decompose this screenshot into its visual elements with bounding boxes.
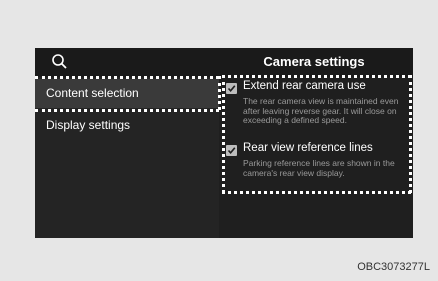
settings-sidebar: Content selection Display settings [35, 77, 219, 238]
panel-border-right [409, 75, 412, 193]
sidebar-item-content-selection[interactable]: Content selection [35, 79, 219, 108]
page-title: Camera settings [263, 54, 365, 69]
highlight-border-right [218, 76, 221, 110]
checkbox-extend-rear-camera[interactable] [226, 83, 237, 94]
option-label: Rear view reference lines [243, 142, 373, 154]
figure-code: OBC3073277L [357, 261, 430, 273]
camera-settings-screen: Camera settings Content selection Displa… [35, 48, 413, 238]
option-description: Parking reference lines are shown in the… [243, 158, 395, 178]
search-icon[interactable] [51, 53, 69, 71]
option-description: The rear camera view is maintained even … [243, 96, 399, 125]
highlight-border-bottom [35, 109, 219, 112]
checkmark-icon [227, 85, 236, 93]
checkbox-rear-view-reference-lines[interactable] [226, 145, 237, 156]
screen-header: Camera settings [35, 48, 413, 77]
highlight-border-top [35, 76, 219, 79]
sidebar-item-display-settings[interactable]: Display settings [35, 111, 219, 140]
checkmark-icon [227, 147, 236, 155]
options-panel: Extend rear camera use The rear camera v… [223, 77, 408, 193]
option-label: Extend rear camera use [243, 80, 366, 92]
